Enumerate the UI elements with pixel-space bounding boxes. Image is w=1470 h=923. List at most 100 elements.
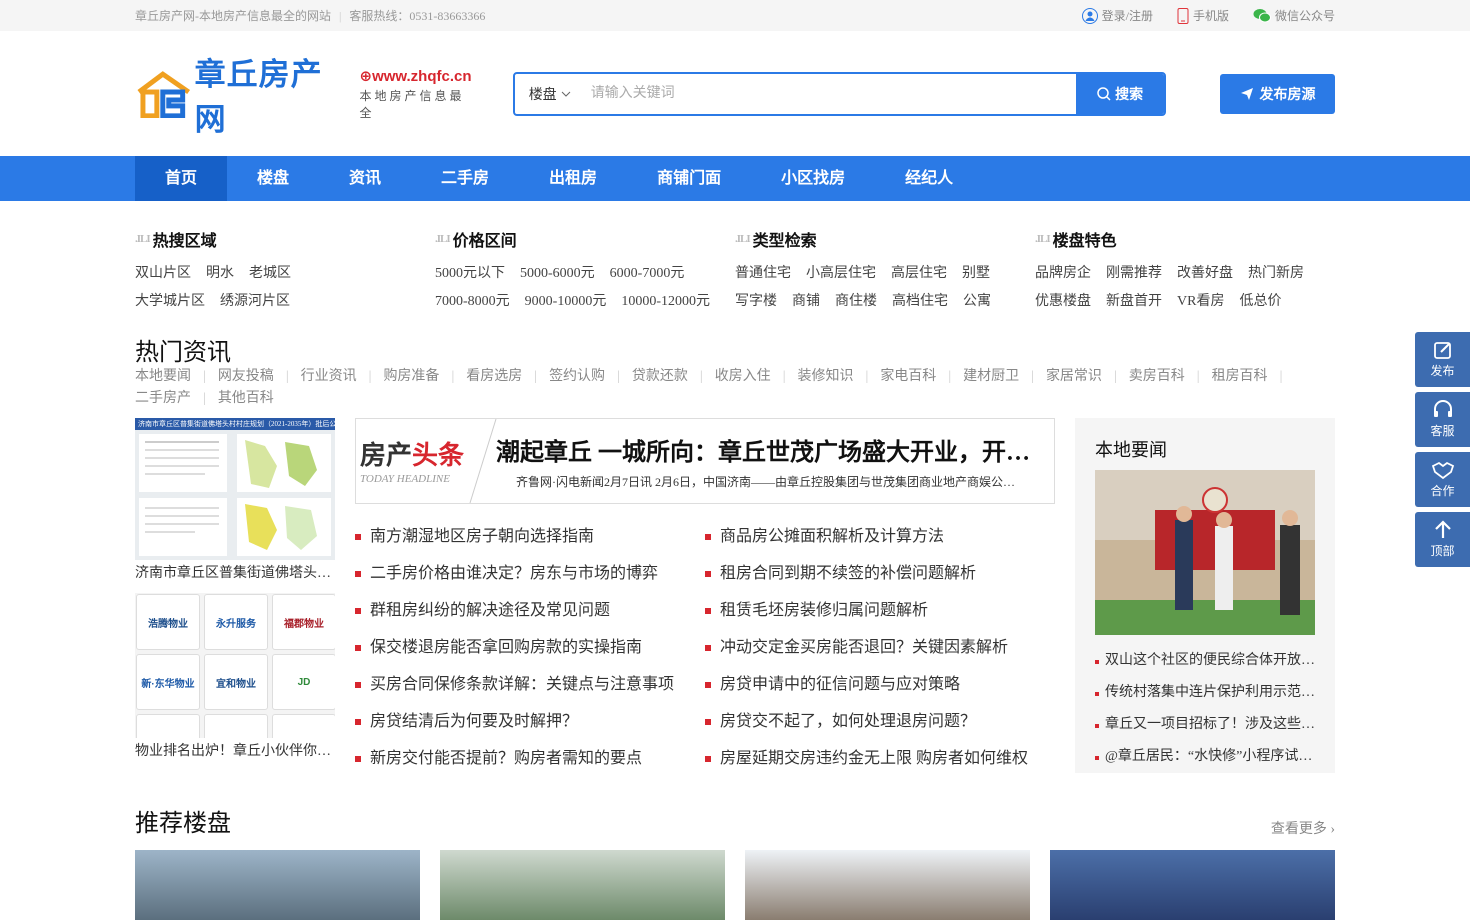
nav-home[interactable]: 首页 [135,156,227,201]
bars-icon: .ILI [1035,233,1051,245]
news-list-item[interactable]: 保交楼退房能否拿回购房款的实操指南 [355,629,705,666]
news-category-link[interactable]: 家电百科 [880,366,936,388]
filter-link[interactable]: 9000-10000元 [525,288,607,316]
news-category-link[interactable]: 行业资讯 [301,366,357,388]
filter-link[interactable]: 商铺 [792,288,820,316]
news-list-item[interactable]: 租房合同到期不续签的补偿问题解析 [705,555,1055,592]
filter-link[interactable]: 5000-6000元 [520,260,595,288]
filter-link[interactable]: 低总价 [1239,288,1281,316]
news-list-item[interactable]: 房贷交不起了，如何处理退房问题？ [705,703,1055,740]
filter-types: .ILI 类型检索 普通住宅 小高层住宅 高层住宅 别墅 写字楼 商铺 商住楼 高档住宅 公寓 [735,227,1035,316]
news-list-item[interactable]: 南方潮湿地区房子朝向选择指南 [355,518,705,555]
filter-link[interactable]: 商住楼 [835,288,877,316]
hotline: 客服热线：0531-83663366 [349,9,486,23]
sidebar-back-to-top[interactable]: 顶部 [1415,512,1470,567]
village-plan-image[interactable]: 济南市章丘区普集街道佛塔头村村庄规划（2021-2035年）批后公告 [135,418,335,560]
news-list-item[interactable]: 新房交付能否提前？购房者需知的要点 [355,740,705,777]
site-logo[interactable]: 章丘房产网 ⊕www.zhqfc.cn 本地房产信息最全 [135,57,479,137]
filter-link[interactable]: 高档住宅 [892,288,948,316]
news-category-link[interactable]: 卖房百科 [1129,366,1185,388]
filter-link[interactable]: 高层住宅 [891,260,947,288]
filter-link[interactable]: 大学城片区 [135,288,205,316]
filter-link[interactable]: 优惠楼盘 [1035,288,1091,316]
logo-tile [272,714,335,738]
estate-card-image[interactable] [1050,850,1335,920]
filter-link[interactable]: 新盘首开 [1106,288,1162,316]
news-category-link[interactable]: 看房选房 [466,366,522,388]
news-category-link[interactable]: 租房百科 [1212,366,1268,388]
estate-card-image[interactable] [440,850,725,920]
news-category-link[interactable]: 签约认购 [549,366,605,388]
news-list-item[interactable]: 买房合同保修条款详解：关键点与注意事项 [355,666,705,703]
nav-rental[interactable]: 出租房 [519,156,627,201]
filter-link[interactable]: 写字楼 [735,288,777,316]
news-category-link[interactable]: 装修知识 [798,366,854,388]
wechat-link[interactable]: 微信公众号 [1253,7,1335,24]
logo-url: ⊕www.zhqfc.cn [359,67,472,85]
news-category-link[interactable]: 购房准备 [383,366,439,388]
filter-link[interactable]: VR看房 [1177,288,1224,316]
nav-agents[interactable]: 经纪人 [875,156,983,201]
publish-listing-button[interactable]: 发布房源 [1220,73,1335,114]
news-category-link[interactable]: 二手房产 [135,388,191,410]
filter-link[interactable]: 小高层住宅 [806,260,876,288]
news-list-item[interactable]: 租赁毛坯房装修归属问题解析 [705,592,1055,629]
local-news-image[interactable] [1095,470,1315,635]
sidebar-publish[interactable]: 发布 [1415,332,1470,387]
news-list-item[interactable]: 二手房价格由谁决定？房东与市场的博弈 [355,555,705,592]
local-news-item[interactable]: 传统村落集中连片保护利用示范县建设 [1095,677,1315,709]
news-category-link[interactable]: 家居常识 [1046,366,1102,388]
news-list-item[interactable]: 房屋延期交房违约金无上限 购房者如何维权 [705,740,1055,777]
property-ranking-caption[interactable]: 物业排名出炉！章丘小伙伴你们的物业排第几？ [135,738,335,766]
local-news-item[interactable]: 章丘又一项目招标了！涉及这些村庄 [1095,709,1315,741]
local-news-item[interactable]: 双山这个社区的便民综合体开放啦！ [1095,645,1315,677]
sidebar-cooperation[interactable]: 合作 [1415,452,1470,507]
news-list-item[interactable]: 群租房纠纷的解决途径及常见问题 [355,592,705,629]
news-list-item[interactable]: 商品房公摊面积解析及计算方法 [705,518,1055,555]
filter-link[interactable]: 热门新房 [1248,260,1304,288]
filter-link[interactable]: 5000元以下 [435,260,505,288]
filter-link[interactable]: 老城区 [249,260,291,288]
village-plan-caption[interactable]: 济南市章丘区普集街道佛塔头村村庄规划（2021-2035年）批后公告 [135,560,335,588]
local-news-panel: 本地要闻 双山这个社区的便民综合体开放啦！ 传统村落集中连片保护利用示范县 章丘… [1075,418,1335,773]
filter-link[interactable]: 普通住宅 [735,260,791,288]
headline-title[interactable]: 潮起章丘 一城所向：章丘世茂广场盛大开业，开启城市商业新篇章 [496,432,1036,467]
search-button[interactable]: 搜索 [1076,73,1165,114]
headline-box[interactable]: 房产头条 TODAY HEADLINE 潮起章丘 一城所向：章丘世茂广场盛大开业… [355,418,1055,504]
filter-link[interactable]: 公寓 [963,288,991,316]
nav-news[interactable]: 资讯 [319,156,411,201]
estate-card-image[interactable] [745,850,1030,920]
filter-link[interactable]: 10000-12000元 [621,288,710,316]
filter-link[interactable]: 刚需推荐 [1106,260,1162,288]
nav-shops[interactable]: 商铺门面 [627,156,751,201]
news-list-item[interactable]: 冲动交定金买房能否退回？关键因素解析 [705,629,1055,666]
filter-link[interactable]: 绣源河片区 [220,288,290,316]
nav-estates[interactable]: 楼盘 [227,156,319,201]
mobile-link[interactable]: 手机版 [1177,7,1229,24]
news-category-link[interactable]: 本地要闻 [135,366,191,388]
filter-link[interactable]: 改善好盘 [1177,260,1233,288]
news-category-link[interactable]: 建材厨卫 [963,366,1019,388]
filter-link[interactable]: 7000-8000元 [435,288,510,316]
news-list-item[interactable]: 房贷结清后为何要及时解押？ [355,703,705,740]
search-input[interactable] [586,73,1077,114]
filter-link[interactable]: 6000-7000元 [610,260,685,288]
property-logos-image[interactable]: 浩腾物业 永升服务 福郡物业 新·东华物业 宜和物业 JD [135,593,335,738]
filter-link[interactable]: 别墅 [962,260,990,288]
filter-link[interactable]: 品牌房企 [1035,260,1091,288]
nav-community[interactable]: 小区找房 [751,156,875,201]
sidebar-service[interactable]: 客服 [1415,392,1470,447]
news-category-link[interactable]: 收房入住 [715,366,771,388]
news-list-item[interactable]: 房贷申请中的征信问题与应对策略 [705,666,1055,703]
filter-link[interactable]: 明水 [206,260,234,288]
news-category-link[interactable]: 网友投稿 [218,366,274,388]
local-news-item[interactable]: @章丘居民：“水快修”小程序试运行 [1095,741,1315,773]
nav-second-hand[interactable]: 二手房 [411,156,519,201]
filter-link[interactable]: 双山片区 [135,260,191,288]
news-category-link[interactable]: 贷款还款 [632,366,688,388]
see-more-link[interactable]: 查看更多 › [1271,818,1335,838]
news-category-link[interactable]: 其他百科 [218,388,274,410]
estate-card-image[interactable] [135,850,420,920]
login-link[interactable]: 登录/注册 [1081,7,1153,24]
search-category-select[interactable]: 楼盘 [515,74,587,114]
